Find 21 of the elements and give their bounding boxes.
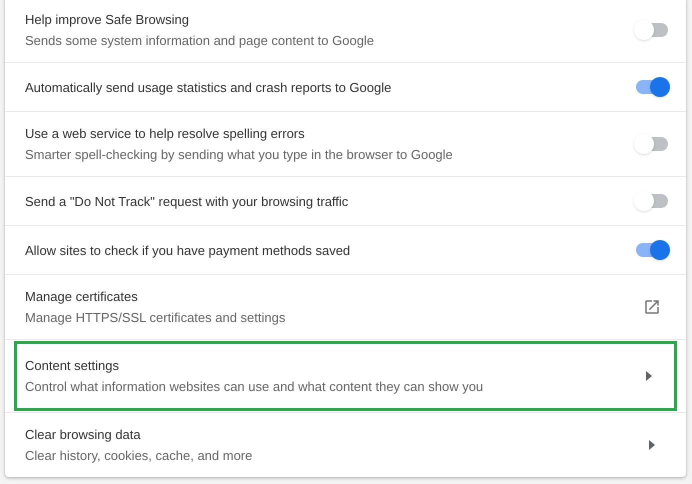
setting-description: Smarter spell-checking by sending what you type in the browser to Google bbox=[25, 146, 454, 163]
toggle-switch[interactable] bbox=[634, 20, 670, 40]
setting-title: Automatically send usage statistics and crash reports to Google bbox=[25, 78, 392, 96]
open-in-new-icon[interactable] bbox=[643, 298, 661, 316]
toggle-switch[interactable] bbox=[634, 191, 670, 211]
setting-description: Control what information websites can use and what content they can show you bbox=[25, 378, 484, 395]
setting-title: Content settings bbox=[25, 357, 120, 374]
setting-title: Clear browsing data bbox=[25, 426, 142, 443]
caret-icon[interactable] bbox=[646, 371, 652, 381]
setting-description: Clear history, cookies, cache, and more bbox=[25, 447, 254, 464]
toggle-switch[interactable] bbox=[634, 77, 670, 97]
setting-description: Sends some system information and page content to Google bbox=[25, 32, 376, 49]
toggle-switch[interactable] bbox=[634, 134, 670, 154]
setting-description: Manage HTTPS/SSL certificates and settings bbox=[25, 309, 286, 326]
setting-title: Send a "Do Not Track" request with your browsing traffic bbox=[25, 192, 350, 210]
toggle-switch[interactable] bbox=[634, 240, 670, 260]
setting-title: Help improve Safe Browsing bbox=[25, 11, 190, 28]
caret-icon[interactable] bbox=[649, 440, 655, 450]
setting-title: Allow sites to check if you have payment methods saved bbox=[25, 242, 352, 258]
setting-title: Manage certificates bbox=[25, 288, 139, 305]
setting-title: Use a web service to help resolve spelling errors bbox=[25, 125, 306, 142]
